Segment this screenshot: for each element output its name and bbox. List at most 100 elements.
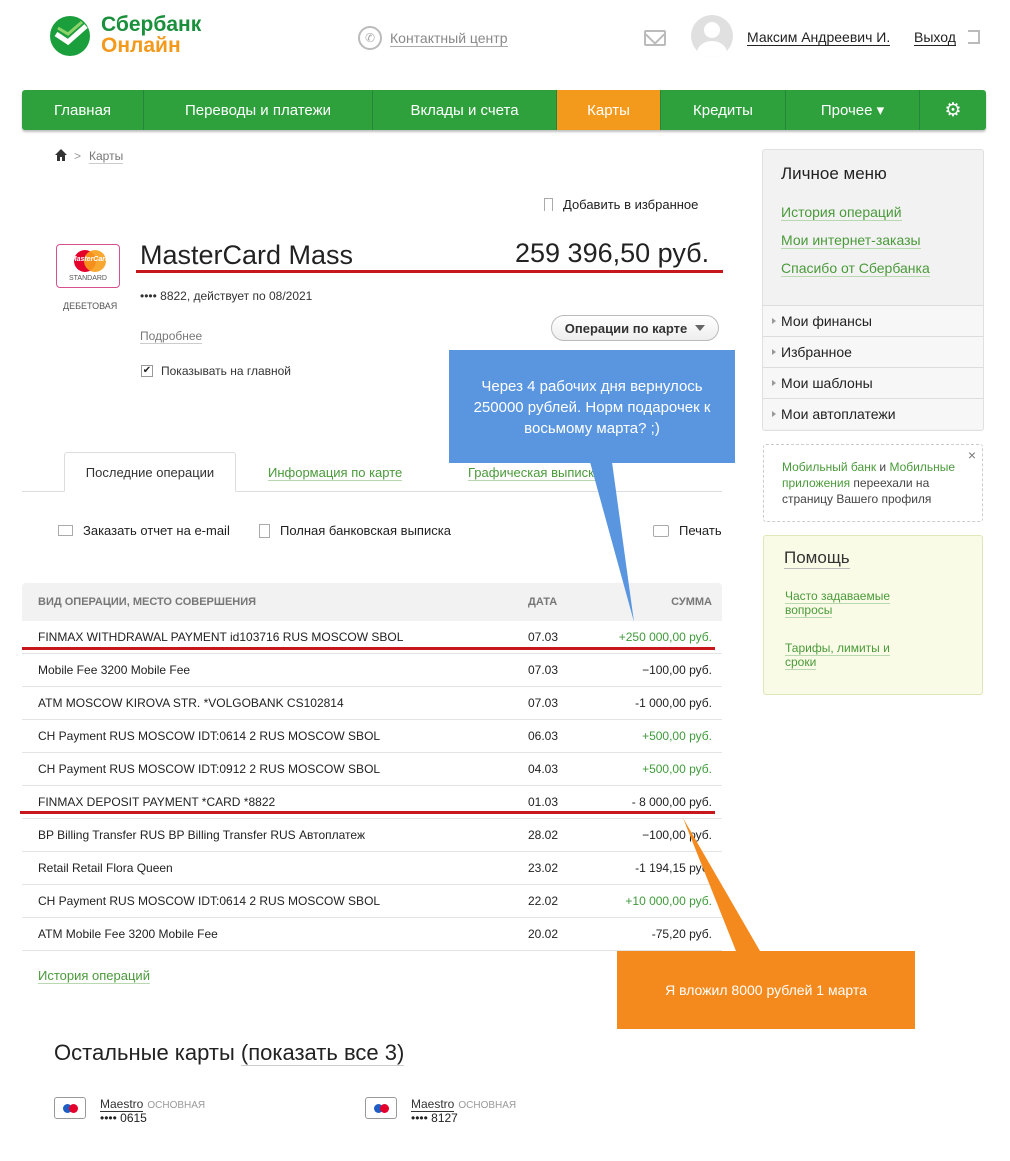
personal-menu: Личное меню История операций Мои интерне… (762, 149, 984, 431)
help-title: Помощь (784, 548, 850, 569)
row-date: 07.03 (528, 630, 559, 644)
row-date: 01.03 (528, 795, 559, 809)
row-date: 20.02 (528, 927, 559, 941)
phone-icon: ✆ (358, 26, 382, 50)
mobile-bank-link[interactable]: Мобильный банк (782, 460, 876, 474)
add-favorite-link[interactable]: Добавить в избранное (544, 197, 698, 212)
row-date: 06.03 (528, 729, 559, 743)
table-row[interactable]: CH Payment RUS MOSCOW IDT:0912 2 RUS MOS… (22, 753, 722, 786)
row-description: BP Billing Transfer RUS BP Billing Trans… (38, 828, 365, 842)
other-card-name[interactable]: Maestro (411, 1097, 455, 1112)
row-date: 23.02 (528, 861, 559, 875)
card-type-label: ДЕБЕТОВАЯ (63, 301, 118, 311)
avatar[interactable] (691, 15, 733, 57)
personal-menu-link-history[interactable]: История операций (781, 204, 902, 221)
logo-text[interactable]: Сбербанк Онлайн (101, 14, 201, 56)
main-nav: Главная Переводы и платежи Вклады и счет… (22, 90, 986, 130)
row-date: 28.02 (528, 828, 559, 842)
row-sum: +500,00 руб. (642, 762, 712, 776)
personal-menu-link-spasibo[interactable]: Спасибо от Сбербанка (781, 260, 930, 277)
tab-recent-operations[interactable]: Последние операции (64, 452, 236, 492)
nav-settings[interactable]: ⚙ (920, 90, 986, 130)
nav-item-other[interactable]: Прочее ▾ (786, 90, 920, 130)
row-sum: −100,00 руб. (642, 828, 712, 842)
row-sum: +250 000,00 руб. (618, 630, 712, 644)
gear-icon: ⚙ (944, 99, 962, 121)
nav-item-deposits[interactable]: Вклады и счета (373, 90, 557, 130)
operations-history-link[interactable]: История операций (38, 968, 150, 984)
other-card-item[interactable]: Maestro ОСНОВНАЯ •••• 8127 (365, 1097, 516, 1125)
annotation-orange-callout: Я вложил 8000 рублей 1 марта (617, 951, 915, 1029)
user-name-link[interactable]: Максим Андреевич И. (747, 29, 891, 46)
table-row[interactable]: ATM Mobile Fee 3200 Mobile Fee 20.02 -75… (22, 918, 722, 951)
tab-card-info[interactable]: Информация по карте (268, 465, 403, 481)
help-tariffs-link[interactable]: Тарифы, лимиты и сроки (785, 641, 905, 670)
row-date: 07.03 (528, 663, 559, 677)
sberbank-logo-icon[interactable] (48, 14, 92, 58)
personal-menu-section-autopayments[interactable]: Мои автоплатежи (763, 398, 983, 429)
full-statement-link[interactable]: Полная банковская выписка (259, 523, 451, 538)
mail-icon[interactable] (644, 30, 666, 46)
table-row[interactable]: FINMAX DEPOSIT PAYMENT *CARD *8822 01.03… (22, 786, 722, 819)
email-report-link[interactable]: Заказать отчет на e-mail (58, 523, 230, 538)
operations-table: ВИД ОПЕРАЦИИ, МЕСТО СОВЕРШЕНИЯ ДАТА СУММ… (22, 583, 722, 951)
personal-menu-section-finances[interactable]: Мои финансы (763, 305, 983, 336)
nav-item-home[interactable]: Главная (22, 90, 144, 130)
row-description: Mobile Fee 3200 Mobile Fee (38, 663, 191, 677)
row-description: ATM MOSCOW KIROVA STR. *VOLGOBANK CS1028… (38, 696, 344, 710)
logout-link[interactable]: Выход (914, 29, 956, 46)
show-on-main-label: Показывать на главной (161, 364, 292, 378)
row-date: 04.03 (528, 762, 559, 776)
printer-icon (653, 524, 669, 537)
envelope-icon (58, 525, 73, 536)
row-sum: +500,00 руб. (642, 729, 712, 743)
card-operations-label: Операции по карте (564, 320, 688, 336)
nav-item-credits[interactable]: Кредиты (661, 90, 786, 130)
show-on-main-checkbox[interactable]: ✔ Показывать на главной (141, 364, 291, 378)
tab-graphic-statement[interactable]: Графическая выписка (468, 465, 602, 481)
other-cards-title: Остальные карты (показать все 3) (54, 1040, 405, 1066)
home-icon[interactable] (54, 148, 68, 162)
row-description: Retail Retail Flora Queen (38, 861, 173, 875)
annotation-underline-card (136, 270, 723, 273)
row-description: CH Payment RUS MOSCOW IDT:0912 2 RUS MOS… (38, 762, 381, 776)
table-row[interactable]: ATM MOSCOW KIROVA STR. *VOLGOBANK CS1028… (22, 687, 722, 720)
help-faq-link[interactable]: Часто задаваемые вопросы (785, 589, 905, 618)
full-statement-label: Полная банковская выписка (280, 523, 451, 538)
row-sum: -1 000,00 руб. (635, 696, 712, 710)
personal-menu-section-favorites[interactable]: Избранное (763, 336, 983, 367)
table-row[interactable]: CH Payment RUS MOSCOW IDT:0614 2 RUS MOS… (22, 720, 722, 753)
personal-menu-link-orders[interactable]: Мои интернет-заказы (781, 232, 921, 249)
breadcrumb-cards[interactable]: Карты (89, 149, 124, 164)
annotation-blue-callout: Через 4 рабочих дня вернулось 250000 руб… (449, 350, 735, 463)
maestro-logo-icon (365, 1097, 397, 1119)
other-card-name[interactable]: Maestro (100, 1097, 144, 1112)
row-date: 07.03 (528, 696, 559, 710)
logout-icon[interactable] (968, 30, 980, 44)
help-faq-label: Часто задаваемые вопросы (785, 589, 891, 618)
contact-center-link[interactable]: ✆ Контактный центр (358, 26, 508, 50)
other-cards-title-text: Остальные карты (54, 1040, 241, 1065)
other-card-number: •••• 8127 (411, 1111, 458, 1125)
nav-item-cards[interactable]: Карты (557, 90, 661, 130)
other-card-item[interactable]: Maestro ОСНОВНАЯ •••• 0615 (54, 1097, 205, 1125)
personal-menu-section-templates[interactable]: Мои шаблоны (763, 367, 983, 398)
show-all-cards-link[interactable]: (показать все 3) (240, 1040, 405, 1066)
print-link[interactable]: Печать (653, 523, 722, 538)
nav-item-transfers[interactable]: Переводы и платежи (144, 90, 373, 130)
row-sum: −100,00 руб. (642, 663, 712, 677)
close-icon[interactable]: × (968, 447, 976, 463)
logo-line2: Онлайн (101, 34, 181, 57)
card-operations-button[interactable]: Операции по карте (551, 315, 719, 341)
table-row[interactable]: CH Payment RUS MOSCOW IDT:0614 2 RUS MOS… (22, 885, 722, 918)
print-label: Печать (679, 523, 722, 538)
table-row[interactable]: BP Billing Transfer RUS BP Billing Trans… (22, 819, 722, 852)
card-details-link[interactable]: Подробнее (140, 329, 203, 344)
column-header-operation: ВИД ОПЕРАЦИИ, МЕСТО СОВЕРШЕНИЯ (38, 596, 257, 608)
table-row[interactable]: Retail Retail Flora Queen 23.02 -1 194,1… (22, 852, 722, 885)
chevron-down-icon (695, 325, 706, 331)
table-row[interactable]: Mobile Fee 3200 Mobile Fee 07.03 −100,00… (22, 654, 722, 687)
other-card-tag: ОСНОВНАЯ (458, 1100, 517, 1111)
add-favorite-label: Добавить в избранное (563, 197, 699, 212)
checkbox-box[interactable]: ✔ (141, 365, 153, 377)
